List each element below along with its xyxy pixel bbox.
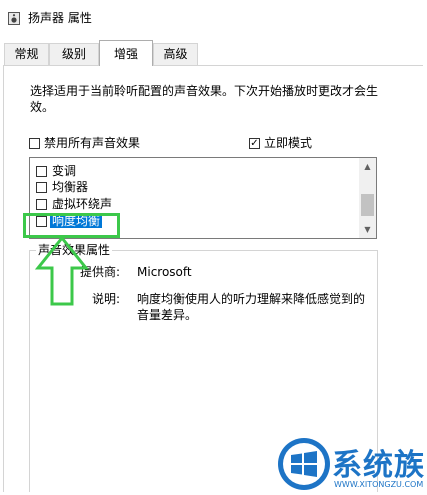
- watermark: 系统族 WWW.XITONGZU.COM: [276, 436, 427, 492]
- disable-all-checkbox[interactable]: [29, 138, 40, 149]
- tab-levels[interactable]: 级别: [49, 43, 99, 65]
- effect-label[interactable]: 均衡器: [52, 180, 88, 194]
- scroll-down-icon[interactable]: ▼: [359, 221, 376, 238]
- effect-checkbox[interactable]: [36, 199, 47, 210]
- callout-box: [23, 213, 120, 238]
- title-bar: 扬声器 属性: [0, 0, 427, 38]
- effect-label[interactable]: 虚拟环绕声: [52, 197, 112, 211]
- arrow-up-icon: [34, 235, 90, 308]
- description-value: 响度均衡使用人的听力理解来降低感觉到的音量差异。: [137, 292, 366, 322]
- watermark-brand: 系统族: [332, 448, 425, 483]
- disable-all-label[interactable]: 禁用所有声音效果: [44, 136, 140, 150]
- effect-label[interactable]: 变调: [52, 164, 76, 178]
- window-title: 扬声器 属性: [28, 11, 92, 25]
- scroll-thumb[interactable]: [361, 194, 374, 216]
- windows-logo-icon: [276, 436, 332, 492]
- tab-enhancements[interactable]: 增强: [99, 40, 153, 66]
- tab-general[interactable]: 常规: [4, 43, 49, 65]
- provider-value: Microsoft: [137, 265, 192, 279]
- scroll-up-icon[interactable]: ▲: [359, 158, 376, 175]
- immediate-mode-label[interactable]: 立即模式: [264, 136, 312, 150]
- effect-checkbox[interactable]: [36, 166, 47, 177]
- listbox-scrollbar[interactable]: ▲ ▼: [359, 158, 376, 238]
- effect-checkbox[interactable]: [36, 182, 47, 193]
- speaker-icon: [8, 12, 20, 25]
- enhancements-description: 选择适用于当前聆听配置的声音效果。下次开始播放时更改才会生效。: [30, 84, 379, 114]
- watermark-url: WWW.XITONGZU.COM: [334, 480, 424, 489]
- immediate-mode-checkbox[interactable]: ✓: [249, 138, 260, 149]
- tab-advanced[interactable]: 高级: [153, 43, 198, 65]
